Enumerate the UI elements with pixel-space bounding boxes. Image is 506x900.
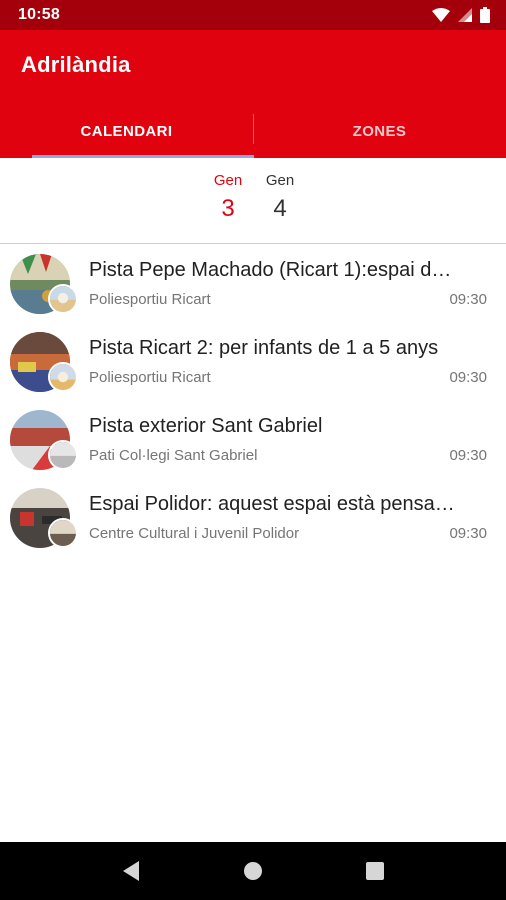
date-month: Gen xyxy=(213,172,243,189)
event-item[interactable]: Pista Ricart 2: per infants de 1 a 5 any… xyxy=(0,324,506,402)
event-title: Pista Pepe Machado (Ricart 1):espai d… xyxy=(89,259,452,281)
status-time: 10:58 xyxy=(18,6,60,23)
signal-icon xyxy=(458,8,472,22)
date-month: Gen xyxy=(265,172,295,189)
event-list: Pista Pepe Machado (Ricart 1):espai d… P… xyxy=(0,246,506,558)
event-place: Poliesportiu Ricart xyxy=(89,291,211,308)
activity-photo-icon xyxy=(48,440,78,470)
event-title: Espai Polidor: aquest espai està pensa… xyxy=(89,493,455,515)
system-nav-bar xyxy=(0,842,506,900)
tab-calendari-label: CALENDARI xyxy=(80,122,173,140)
event-time: 09:30 xyxy=(449,291,487,308)
date-item-3[interactable]: Gen 3 xyxy=(208,172,248,223)
event-thumbnail xyxy=(10,254,80,318)
date-item-4[interactable]: Gen 4 xyxy=(260,172,300,223)
activity-photo-icon xyxy=(48,362,78,392)
event-time: 09:30 xyxy=(449,369,487,386)
status-icons xyxy=(432,7,490,23)
event-item[interactable]: Espai Polidor: aquest espai està pensa… … xyxy=(0,480,506,558)
event-thumbnail xyxy=(10,332,80,396)
wifi-icon xyxy=(432,8,450,22)
date-day: 3 xyxy=(221,195,235,222)
activity-photo-icon xyxy=(48,284,78,314)
event-place: Pati Col·legi Sant Gabriel xyxy=(89,447,258,464)
event-title: Pista exterior Sant Gabriel xyxy=(89,415,323,437)
status-bar: 10:58 xyxy=(0,0,506,30)
recents-icon xyxy=(366,862,384,880)
battery-icon xyxy=(480,7,490,23)
activity-photo-icon xyxy=(48,518,78,548)
event-time: 09:30 xyxy=(449,447,487,464)
date-day: 4 xyxy=(273,195,287,222)
tab-zones[interactable]: ZONES xyxy=(253,104,506,158)
back-icon xyxy=(123,861,139,881)
event-thumbnail xyxy=(10,410,80,474)
recents-button[interactable] xyxy=(355,851,395,891)
back-button[interactable] xyxy=(111,851,151,891)
date-strip: Gen 3 Gen 4 xyxy=(0,158,506,244)
event-place: Centre Cultural i Juvenil Polidor xyxy=(89,525,300,542)
event-item[interactable]: Pista exterior Sant Gabriel Pati Col·leg… xyxy=(0,402,506,480)
app-bar: Adrilàndia CALENDARI ZONES xyxy=(0,30,506,158)
tab-calendari[interactable]: CALENDARI xyxy=(0,104,253,158)
date-selector: Gen 3 Gen 4 xyxy=(208,172,300,223)
event-time: 09:30 xyxy=(449,525,487,542)
tab-zones-label: ZONES xyxy=(352,122,407,140)
event-place: Poliesportiu Ricart xyxy=(89,369,211,386)
tab-bar: CALENDARI ZONES xyxy=(0,104,506,158)
event-item[interactable]: Pista Pepe Machado (Ricart 1):espai d… P… xyxy=(0,246,506,324)
event-title: Pista Ricart 2: per infants de 1 a 5 any… xyxy=(89,337,439,359)
home-icon xyxy=(244,862,262,880)
event-thumbnail xyxy=(10,488,80,552)
app-title: Adrilàndia xyxy=(21,52,131,77)
home-button[interactable] xyxy=(233,851,273,891)
